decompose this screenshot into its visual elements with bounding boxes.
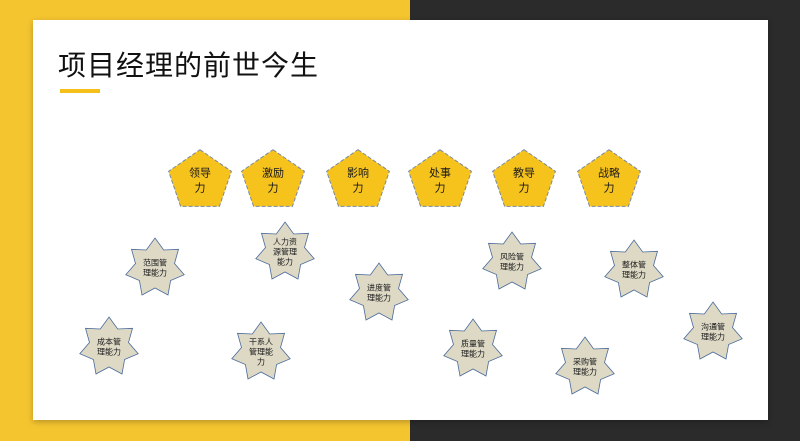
power-label: 力 — [435, 182, 446, 195]
skill-label: 理能力 — [573, 367, 597, 377]
skill-label: 理能力 — [461, 349, 485, 359]
skill-star: 进度管理能力 — [349, 262, 409, 321]
power-label: 力 — [604, 182, 615, 195]
skill-label: 理能力 — [500, 262, 524, 272]
skill-label: 整体管 — [622, 260, 646, 270]
power-label: 力 — [268, 182, 279, 195]
skill-star: 风险管理能力 — [482, 231, 542, 290]
skill-label: 源管理 — [273, 247, 297, 257]
skill-label: 质量管 — [461, 339, 485, 349]
power-label: 激励 — [262, 166, 284, 180]
skill-star: 沟通管理能力 — [683, 301, 743, 360]
power-label: 教导 — [513, 167, 535, 180]
skill-star: 干系人管理能力 — [231, 321, 291, 380]
skill-star: 整体管理能力 — [604, 239, 664, 298]
skill-label: 成本管 — [97, 337, 121, 347]
skill-label: 能力 — [277, 257, 293, 267]
skill-label: 管理能 — [249, 347, 273, 357]
skill-star: 人力资源管理能力 — [255, 221, 315, 280]
skill-label: 进度管 — [367, 283, 391, 293]
skill-label: 理能力 — [622, 270, 646, 280]
skill-label: 理能力 — [143, 268, 167, 278]
skill-star: 成本管理能力 — [79, 316, 139, 375]
skill-label: 力 — [257, 357, 265, 367]
skill-label: 沟通管 — [701, 322, 725, 332]
skill-label: 干系人 — [249, 337, 273, 347]
power-label: 力 — [195, 182, 206, 195]
power-pentagon: 领导力 — [168, 149, 232, 207]
skill-label: 理能力 — [97, 347, 121, 357]
power-label: 战略 — [598, 166, 620, 180]
power-label: 处事 — [429, 167, 451, 180]
power-label: 领导 — [189, 167, 211, 180]
power-pentagon: 处事力 — [408, 149, 472, 207]
skill-label: 理能力 — [701, 332, 725, 342]
power-pentagon: 激励力 — [241, 149, 305, 207]
skill-star: 质量管理能力 — [443, 318, 503, 377]
power-pentagon: 教导力 — [492, 149, 556, 207]
skill-label: 风险管 — [500, 252, 524, 262]
power-label: 力 — [353, 182, 364, 195]
power-label: 影响 — [347, 167, 369, 180]
power-pentagon: 影响力 — [326, 149, 390, 207]
skill-star: 采购管理能力 — [555, 336, 615, 395]
skill-label: 人力资 — [273, 237, 297, 247]
power-pentagon: 战略力 — [577, 149, 641, 207]
skill-star: 范围管理能力 — [125, 237, 185, 296]
skill-label: 采购管 — [573, 357, 597, 367]
skill-label: 理能力 — [367, 293, 391, 303]
capability-diagram: 领导力激励力影响力处事力教导力战略力范围管理能力人力资源管理能力进度管理能力风险… — [79, 149, 743, 395]
power-label: 力 — [519, 182, 530, 195]
skill-label: 范围管 — [143, 258, 167, 268]
